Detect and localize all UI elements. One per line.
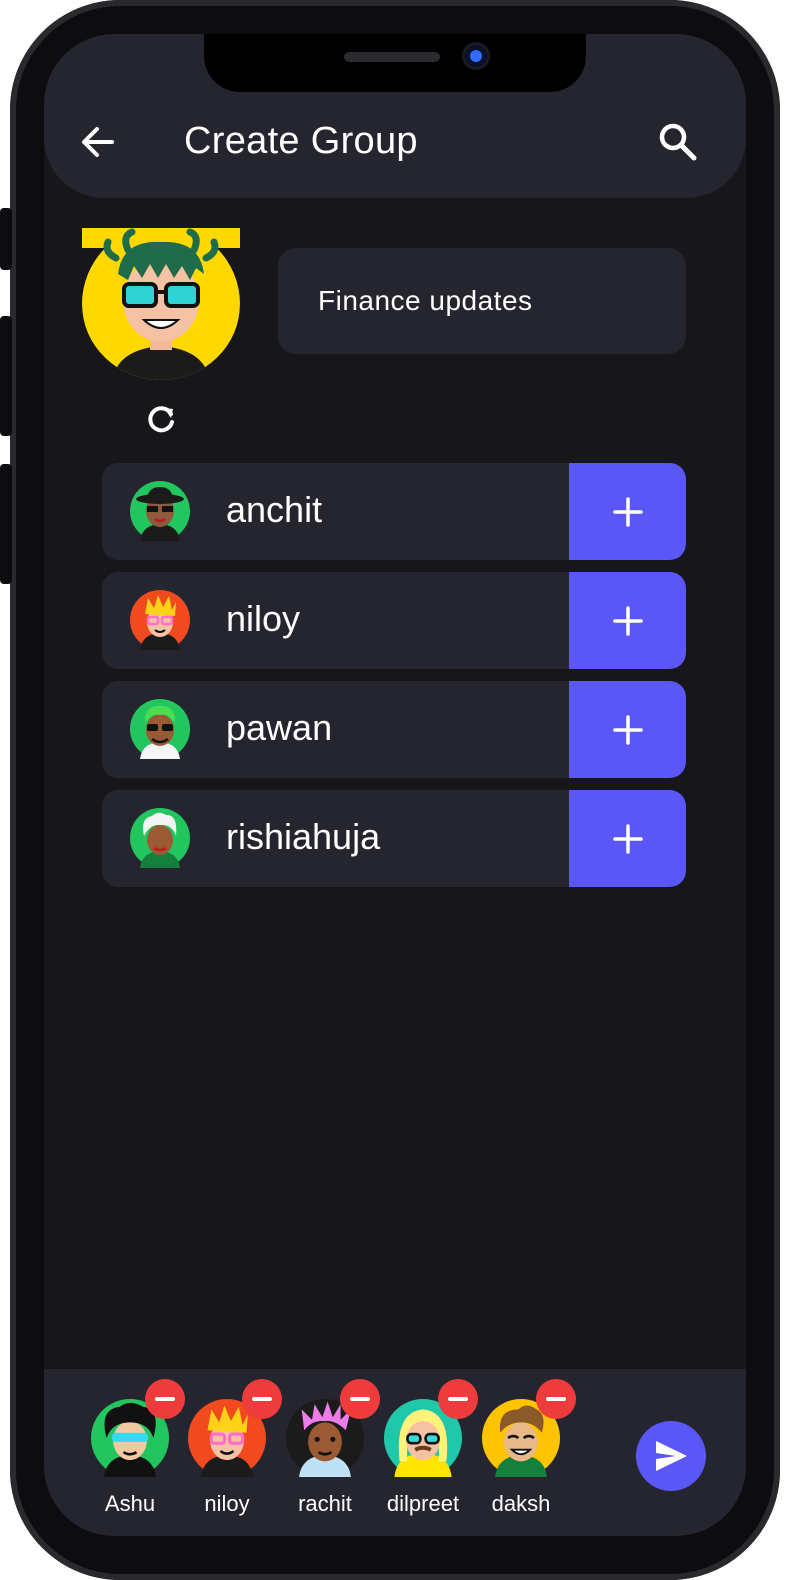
- phone-side-button: [0, 464, 12, 584]
- remove-member-button[interactable]: [438, 1379, 478, 1419]
- member-name: dilpreet: [386, 1491, 460, 1516]
- add-contact-button[interactable]: [569, 572, 686, 669]
- contact-row: anchit: [102, 463, 686, 560]
- send-icon: [656, 1441, 687, 1471]
- plus-icon: [612, 496, 643, 527]
- member-name: daksh: [491, 1491, 551, 1516]
- phone-side-button: [0, 316, 12, 436]
- member-name: niloy: [204, 1491, 250, 1516]
- speaker-grille: [344, 52, 440, 62]
- add-contact-button[interactable]: [569, 463, 686, 560]
- remove-member-button[interactable]: [340, 1379, 380, 1419]
- group-name-input[interactable]: [278, 248, 686, 354]
- selected-members-bar: Ashu niloy rachit dilpreet daksh: [44, 1369, 746, 1536]
- member-name: Ashu: [104, 1491, 156, 1516]
- contact-name: rishiahuja: [226, 816, 381, 857]
- search-icon[interactable]: [656, 120, 700, 164]
- remove-member-button[interactable]: [242, 1379, 282, 1419]
- page-title: Create Group: [184, 120, 418, 162]
- remove-member-button[interactable]: [536, 1379, 576, 1419]
- selected-member: dilpreet: [382, 1379, 478, 1517]
- phone-side-button: [0, 208, 12, 270]
- member-name: rachit: [298, 1491, 352, 1516]
- contact-avatar: [130, 699, 190, 759]
- contact-avatar: [130, 481, 190, 541]
- back-arrow-icon[interactable]: [78, 122, 118, 162]
- refresh-avatar-icon[interactable]: [144, 402, 178, 436]
- plus-icon: [612, 605, 643, 636]
- contact-row: pawan: [102, 681, 686, 778]
- contact-name: anchit: [226, 489, 323, 530]
- remove-member-button[interactable]: [145, 1379, 185, 1419]
- contact-row: rishiahuja: [102, 790, 686, 887]
- app-screen: Create Group Finance updates anchit nilo…: [44, 34, 746, 1536]
- add-contact-button[interactable]: [569, 681, 686, 778]
- selected-member: daksh: [480, 1379, 576, 1517]
- contact-avatar: [130, 808, 190, 868]
- group-avatar[interactable]: [82, 228, 240, 380]
- plus-icon: [612, 714, 643, 745]
- selected-member: niloy: [186, 1379, 282, 1517]
- selected-member: Ashu: [89, 1379, 185, 1517]
- phone-notch: [204, 34, 586, 92]
- contact-row: niloy: [102, 572, 686, 669]
- camera-lens: [462, 42, 490, 70]
- contact-name: pawan: [226, 707, 333, 748]
- create-group-send-button[interactable]: [636, 1421, 706, 1491]
- contact-name: niloy: [226, 598, 301, 639]
- plus-icon: [612, 823, 643, 854]
- add-contact-button[interactable]: [569, 790, 686, 887]
- contact-avatar: [130, 590, 190, 650]
- selected-member: rachit: [284, 1379, 380, 1517]
